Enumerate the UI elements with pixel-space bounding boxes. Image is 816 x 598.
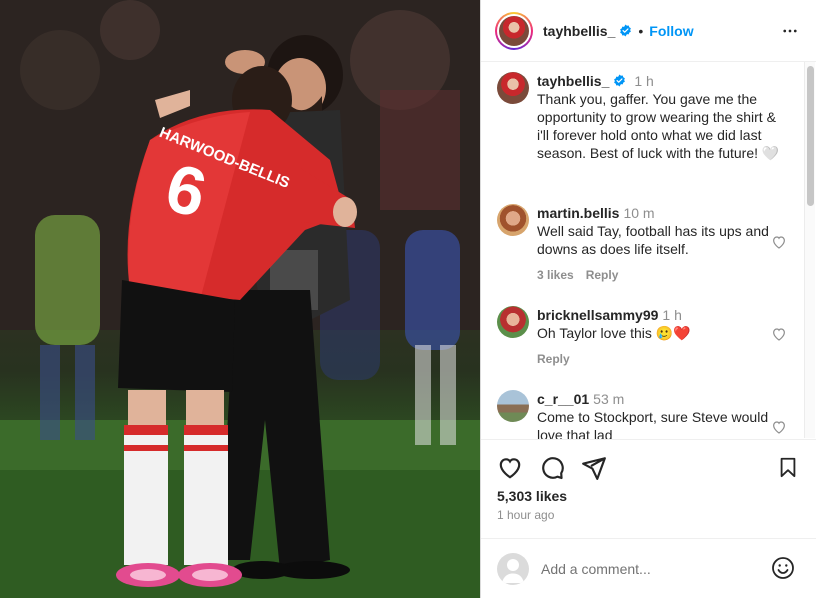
comment-avatar[interactable] bbox=[497, 204, 529, 236]
comment-item: c_r__01 53 m Come to Stockport, sure Stev… bbox=[497, 390, 781, 440]
caption-username[interactable]: tayhbellis_ bbox=[537, 73, 609, 89]
post-side-panel: tayhbellis_ • Follow tayhbellis_ 1 h Tha… bbox=[480, 0, 816, 598]
instagram-post: HARWOOD-BELLIS 6 tayhbellis_ • Follow ta… bbox=[0, 0, 816, 598]
comments-list[interactable]: tayhbellis_ 1 h Thank you, gaffer. You g… bbox=[481, 62, 816, 440]
header-separator: • bbox=[638, 22, 644, 39]
emoji-icon[interactable] bbox=[771, 556, 795, 580]
comments-scrollbar[interactable] bbox=[804, 62, 815, 438]
comment-time[interactable]: 1 h bbox=[662, 307, 681, 323]
comment-actions: 3 likes Reply bbox=[537, 266, 781, 284]
add-comment-bar bbox=[481, 538, 816, 598]
caption-text: Thank you, gaffer. You gave me the oppor… bbox=[537, 91, 780, 161]
comment-icon[interactable] bbox=[539, 455, 565, 481]
comment-username[interactable]: c_r__01 bbox=[537, 391, 589, 407]
likes-count[interactable]: 5,303 likes bbox=[497, 488, 567, 504]
share-icon[interactable] bbox=[581, 455, 607, 481]
user-placeholder-icon bbox=[502, 558, 524, 583]
story-ring[interactable] bbox=[495, 11, 533, 50]
comment-text: Well said Tay, football has its ups and … bbox=[537, 223, 769, 257]
comment-time[interactable]: 10 m bbox=[623, 205, 654, 221]
caption: tayhbellis_ 1 h Thank you, gaffer. You g… bbox=[497, 72, 787, 162]
comment-avatar[interactable] bbox=[497, 306, 529, 338]
comment-like-icon[interactable] bbox=[771, 419, 787, 435]
caption-time[interactable]: 1 h bbox=[634, 73, 653, 89]
comment-body: martin.bellis 10 m Well said Tay, footbal… bbox=[537, 204, 781, 284]
add-comment-input[interactable] bbox=[541, 560, 761, 577]
bookmark-icon[interactable] bbox=[777, 455, 799, 479]
author-username[interactable]: tayhbellis_ bbox=[543, 23, 615, 39]
comment-actions: Reply bbox=[537, 350, 781, 368]
caption-avatar[interactable] bbox=[497, 72, 529, 104]
post-timestamp[interactable]: 1 hour ago bbox=[497, 508, 554, 522]
action-icons bbox=[497, 455, 607, 481]
author-name-row: tayhbellis_ • Follow bbox=[543, 23, 694, 39]
reply-button[interactable]: Reply bbox=[586, 268, 619, 282]
follow-button[interactable]: Follow bbox=[649, 23, 693, 39]
caption-body: tayhbellis_ 1 h Thank you, gaffer. You g… bbox=[537, 72, 787, 162]
verified-badge-icon bbox=[620, 24, 632, 37]
comment-text: Come to Stockport, sure Steve would love… bbox=[537, 409, 769, 440]
comment-likes[interactable]: 3 likes bbox=[537, 268, 574, 282]
comment-body: bricknellsammy99 1 h Oh Taylor love this … bbox=[537, 306, 781, 368]
comment-like-icon[interactable] bbox=[771, 326, 787, 342]
comment-item: martin.bellis 10 m Well said Tay, footbal… bbox=[497, 204, 781, 284]
post-header: tayhbellis_ • Follow bbox=[481, 0, 816, 62]
verified-badge-icon bbox=[614, 74, 626, 87]
comment-time[interactable]: 53 m bbox=[593, 391, 624, 407]
author-avatar[interactable] bbox=[499, 15, 529, 46]
scrollbar-thumb[interactable] bbox=[807, 66, 814, 206]
post-photo[interactable]: HARWOOD-BELLIS 6 bbox=[0, 0, 480, 598]
comment-item: bricknellsammy99 1 h Oh Taylor love this … bbox=[497, 306, 781, 368]
comment-avatar[interactable] bbox=[497, 390, 529, 422]
more-options-icon[interactable] bbox=[781, 22, 799, 40]
comment-like-icon[interactable] bbox=[771, 234, 787, 250]
comment-username[interactable]: martin.bellis bbox=[537, 205, 619, 221]
post-photo-illustration: HARWOOD-BELLIS 6 bbox=[0, 0, 480, 598]
comment-username[interactable]: bricknellsammy99 bbox=[537, 307, 658, 323]
comment-body: c_r__01 53 m Come to Stockport, sure Stev… bbox=[537, 390, 781, 440]
heart-icon[interactable] bbox=[497, 455, 523, 481]
comment-text: Oh Taylor love this 🥲❤️ bbox=[537, 325, 691, 341]
current-user-avatar bbox=[497, 552, 529, 585]
reply-button[interactable]: Reply bbox=[537, 352, 570, 366]
